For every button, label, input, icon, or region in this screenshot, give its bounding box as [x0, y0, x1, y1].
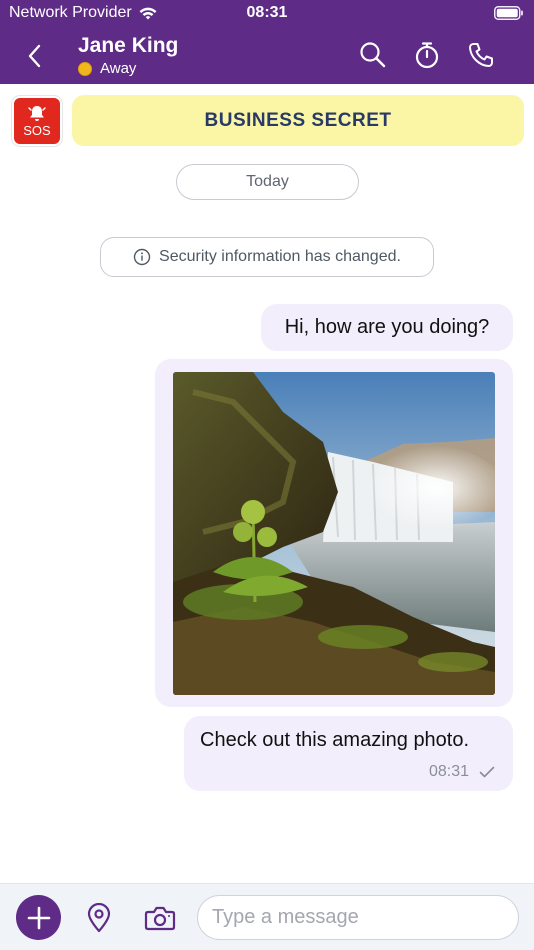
message-text: Hi, how are you doing?	[284, 316, 490, 338]
alarm-bell-icon	[28, 106, 46, 121]
message-text: Check out this amazing photo.	[200, 729, 470, 751]
sent-check-icon	[479, 766, 495, 778]
image-message-bubble[interactable]	[155, 359, 513, 707]
location-icon	[87, 902, 111, 933]
status-time: 08:31	[246, 4, 288, 21]
system-message: Security information has changed.	[100, 237, 434, 277]
status-bar: Network Provider 08:31	[0, 0, 534, 28]
battery-icon	[494, 6, 523, 20]
call-button[interactable]	[466, 40, 496, 70]
share-location-button[interactable]	[86, 902, 112, 933]
waterfall-photo[interactable]	[173, 372, 495, 695]
back-icon	[28, 44, 41, 68]
message-bubble-outgoing[interactable]: Hi, how are you doing?	[261, 304, 513, 351]
plus-icon	[27, 906, 50, 929]
message-composer	[0, 883, 534, 950]
system-message-text: Security information has changed.	[159, 248, 401, 265]
message-input[interactable]	[197, 895, 519, 940]
phone-icon	[469, 43, 493, 67]
classification-banner: BUSINESS SECRET	[72, 95, 524, 146]
message-meta: 08:31	[429, 763, 495, 781]
search-icon	[360, 42, 386, 68]
info-icon	[133, 248, 151, 266]
search-button[interactable]	[358, 40, 388, 70]
away-dot-icon	[78, 61, 92, 76]
presence-status: Away	[78, 60, 136, 77]
date-separator: Today	[176, 164, 359, 200]
sos-button[interactable]: SOS	[12, 96, 62, 146]
timer-button[interactable]	[412, 40, 442, 70]
message-time: 08:31	[428, 763, 469, 780]
timer-icon	[415, 42, 439, 69]
sos-label: SOS	[23, 123, 51, 138]
camera-button[interactable]	[144, 904, 176, 932]
camera-icon	[144, 906, 176, 931]
back-button[interactable]	[18, 38, 50, 74]
presence-label: Away	[100, 60, 137, 77]
chat-header: Network Provider 08:31 Jane King Away	[0, 0, 534, 84]
contact-name[interactable]: Jane King	[78, 34, 178, 58]
add-attachment-button[interactable]	[16, 895, 61, 940]
message-bubble-outgoing[interactable]: Check out this amazing photo. 08:31	[184, 716, 513, 791]
